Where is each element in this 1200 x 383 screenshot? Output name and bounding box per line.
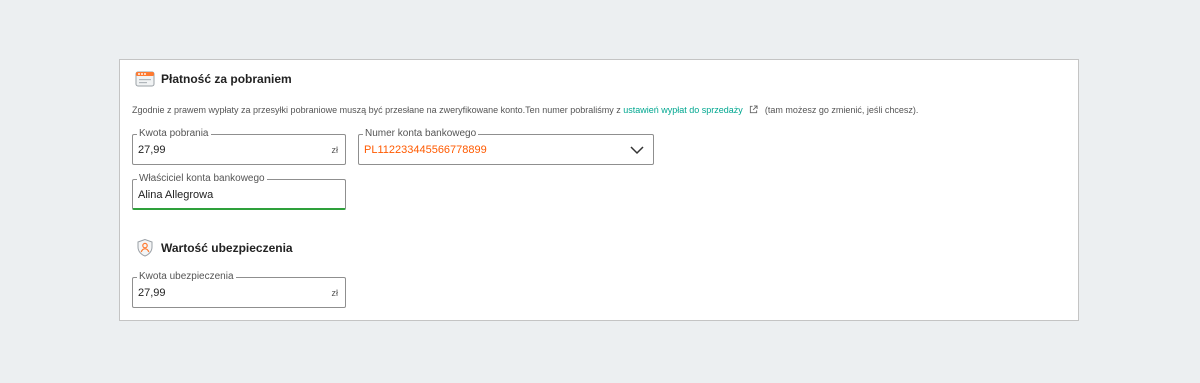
chevron-down-icon[interactable] bbox=[629, 143, 645, 155]
cod-amount-label: Kwota pobrania bbox=[137, 128, 211, 140]
insurance-section-title: Wartość ubezpieczenia bbox=[161, 241, 293, 255]
external-link-icon[interactable] bbox=[749, 105, 758, 114]
bank-account-select[interactable]: Numer konta bankowego PL1122334455667788… bbox=[358, 128, 654, 165]
bank-account-label: Numer konta bankowego bbox=[363, 128, 479, 140]
payment-card-icon bbox=[135, 69, 155, 89]
bank-account-value: PL11223344556677889​9 bbox=[364, 144, 487, 156]
info-text-after: (tam możesz go zmienić, jeśli chcesz). bbox=[764, 105, 919, 115]
account-owner-value: Alina Allegrowa bbox=[138, 189, 214, 201]
insurance-amount-value: 27,99 bbox=[138, 287, 166, 299]
payout-settings-link[interactable]: ustawień wypłat do sprzedaży bbox=[623, 105, 743, 115]
cod-section-header: Płatność za pobraniem bbox=[135, 69, 292, 89]
info-text-before: Zgodnie z prawem wypłaty za przesyłki po… bbox=[132, 105, 621, 115]
cod-amount-value: 27,99 bbox=[138, 144, 166, 156]
insurance-amount-label: Kwota ubezpieczenia bbox=[137, 271, 236, 283]
cod-amount-unit: zł bbox=[331, 145, 339, 155]
insurance-amount-unit: zł bbox=[331, 288, 339, 298]
insurance-section-header: Wartość ubezpieczenia bbox=[135, 238, 293, 258]
cod-info-text: Zgodnie z prawem wypłaty za przesyłki po… bbox=[132, 105, 918, 115]
insurance-shield-icon bbox=[135, 238, 155, 258]
account-owner-label: Właściciel konta bankowego bbox=[137, 173, 267, 185]
account-owner-field[interactable]: Właściciel konta bankowego Alina Allegro… bbox=[132, 173, 346, 210]
cod-section-title: Płatność za pobraniem bbox=[161, 72, 292, 86]
shipping-form-card: Płatność za pobraniem Zgodnie z prawem w… bbox=[119, 59, 1079, 321]
insurance-amount-field[interactable]: Kwota ubezpieczenia 27,99 zł bbox=[132, 271, 346, 308]
cod-amount-field[interactable]: Kwota pobrania 27,99 zł bbox=[132, 128, 346, 165]
